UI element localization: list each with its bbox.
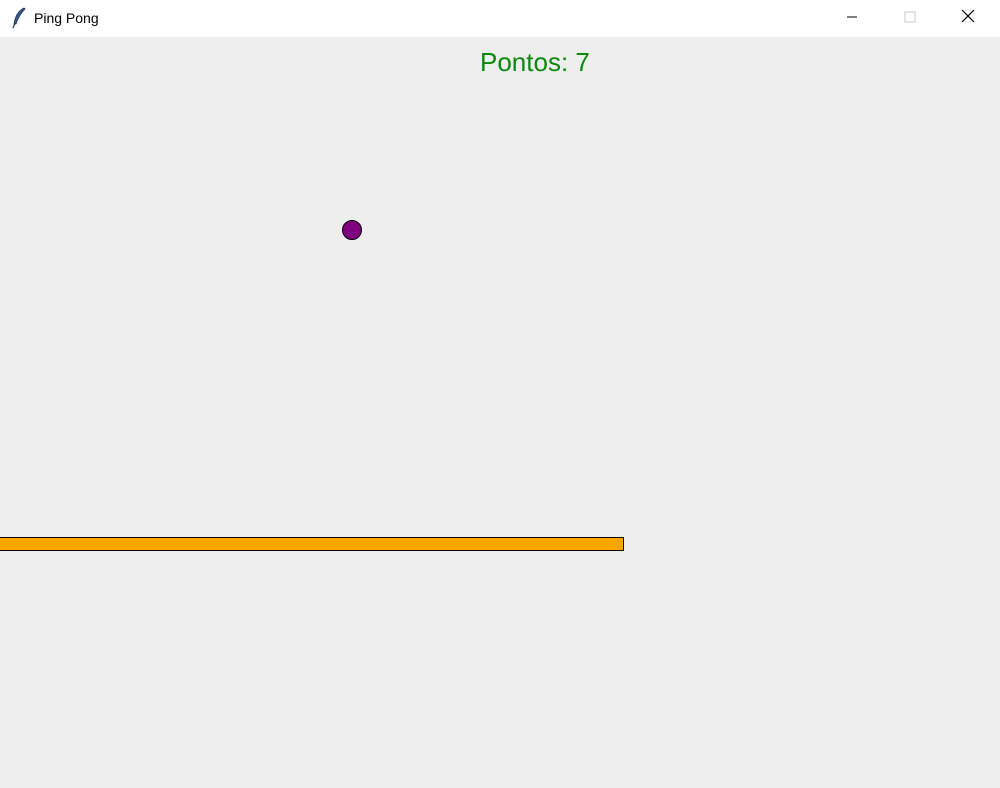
- window-title: Ping Pong: [34, 10, 99, 26]
- minimize-button[interactable]: [823, 0, 881, 37]
- close-icon: [961, 9, 975, 28]
- title-bar[interactable]: Ping Pong: [0, 0, 1000, 37]
- app-window: Ping Pong Pontos: 7: [0, 0, 1000, 788]
- feather-icon: [10, 7, 28, 29]
- maximize-button[interactable]: [881, 0, 939, 37]
- close-button[interactable]: [939, 0, 997, 37]
- ball: [342, 220, 362, 240]
- maximize-icon: [904, 10, 916, 28]
- paddle[interactable]: [0, 537, 624, 551]
- game-canvas[interactable]: Pontos: 7: [0, 37, 1000, 788]
- minimize-icon: [846, 10, 858, 28]
- score-label: Pontos: 7: [480, 47, 590, 77]
